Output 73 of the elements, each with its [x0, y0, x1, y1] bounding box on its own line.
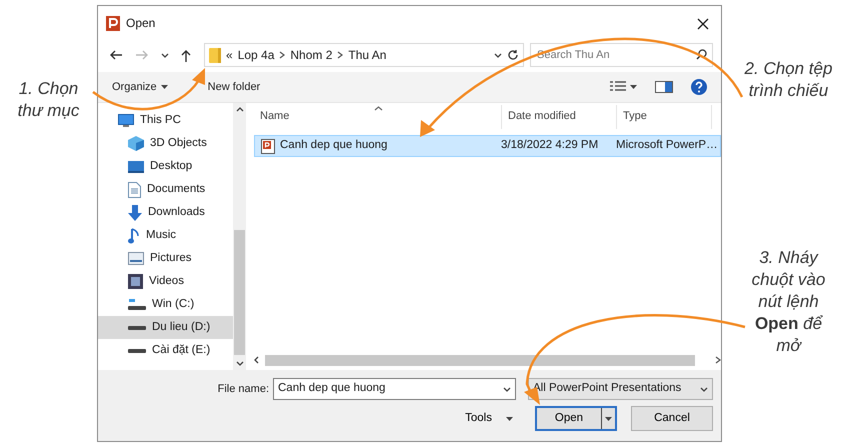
cube-icon — [128, 136, 144, 151]
search-icon — [696, 49, 707, 60]
refresh-icon[interactable] — [507, 49, 519, 61]
path-crumb[interactable]: Thu An — [348, 46, 386, 64]
caret-right-icon[interactable] — [715, 356, 721, 364]
computer-icon — [118, 114, 134, 128]
address-bar[interactable]: « Lop 4a Nhom 2 Thu An — [204, 43, 524, 67]
picture-icon — [128, 252, 144, 265]
table-cell-text: 3/18/2022 4:29 PM — [501, 138, 598, 154]
table-cell-text: Canh dep que huong — [280, 138, 388, 154]
app-icon — [106, 16, 120, 30]
window-title: Open — [126, 15, 156, 32]
document-icon — [128, 182, 141, 198]
music-note-icon — [128, 228, 140, 244]
column-header[interactable]: Date modified — [502, 105, 617, 129]
sidebar-item[interactable]: Desktop — [98, 155, 233, 178]
drive-icon — [128, 298, 146, 310]
sidebar-item[interactable]: Win (C:) — [98, 293, 233, 316]
chevron-icon — [279, 51, 286, 59]
field-label: File name: — [218, 382, 269, 397]
sidebar-item[interactable]: Downloads — [98, 201, 233, 224]
callout-caption: 1. Chọn thư mục — [16, 78, 80, 122]
menu-button[interactable]: Organize — [108, 76, 172, 98]
caret-down-icon — [630, 85, 637, 89]
up-arrow-icon — [181, 48, 191, 62]
details-view-icon — [610, 81, 626, 93]
callout-caption: 2. Chọn tệp trình chiếu — [744, 58, 832, 102]
toolbar-button[interactable]: New folder — [204, 76, 264, 98]
drive-icon — [128, 348, 146, 354]
path-crumb[interactable]: Lop 4a — [238, 46, 274, 64]
sidebar-item[interactable]: Du lieu (D:) — [98, 316, 233, 339]
path-crumb[interactable]: Nhom 2 — [290, 46, 332, 64]
forward-arrow-icon — [135, 50, 149, 60]
drive-icon — [128, 324, 146, 330]
caret-down-icon — [160, 85, 168, 89]
caret-down-icon — [161, 52, 169, 58]
table-cell-text: Microsoft PowerP… — [616, 138, 718, 154]
down-arrow-icon — [128, 204, 142, 220]
callout-caption: 3. Nháy chuột vào nút lệnh Open để mở — [752, 247, 826, 357]
caret-up-icon[interactable] — [236, 107, 244, 112]
help-icon — [691, 79, 707, 95]
scrollbar[interactable] — [254, 352, 721, 368]
sidebar-item[interactable]: Music — [98, 224, 233, 247]
desktop-icon — [128, 160, 144, 172]
caret-down-icon — [506, 416, 513, 420]
chevron-icon — [337, 51, 344, 59]
caret-down-icon[interactable] — [236, 361, 244, 366]
caret-left-icon[interactable] — [254, 356, 259, 364]
column-header[interactable]: Type — [617, 105, 712, 129]
sidebar-item[interactable]: Documents — [98, 178, 233, 201]
scrollbar[interactable] — [233, 103, 246, 370]
tools-menu-button[interactable]: Tools — [459, 408, 519, 428]
dropdown-icon[interactable] — [494, 52, 502, 58]
back-arrow-icon — [109, 50, 123, 60]
close-icon — [697, 18, 709, 30]
sidebar-item[interactable]: 3D Objects — [98, 132, 233, 155]
path-overflow[interactable]: « — [226, 46, 233, 64]
film-icon — [128, 274, 143, 289]
caret-down-icon — [700, 386, 708, 392]
sidebar-item[interactable]: Videos — [98, 270, 233, 293]
file-name-field[interactable]: Canh dep que huong — [273, 378, 516, 400]
file-row[interactable]: Canh dep que huong 3/18/2022 4:29 PM Microsoft PowerP… — [254, 135, 721, 157]
caret-down-icon[interactable] — [503, 386, 511, 392]
sidebar-item[interactable]: Pictures — [98, 247, 233, 270]
caret-down-icon[interactable] — [605, 416, 612, 420]
sidebar-item[interactable]: This PC — [98, 109, 233, 132]
open-button[interactable]: Open — [535, 406, 617, 431]
presentation-file-icon — [261, 138, 275, 154]
sort-caret-icon — [374, 106, 382, 111]
cancel-button[interactable]: Cancel — [631, 406, 713, 431]
folder-icon — [209, 48, 221, 62]
pane-icon — [655, 81, 673, 93]
sidebar-item[interactable]: Cài đặt (E:) — [98, 339, 233, 362]
